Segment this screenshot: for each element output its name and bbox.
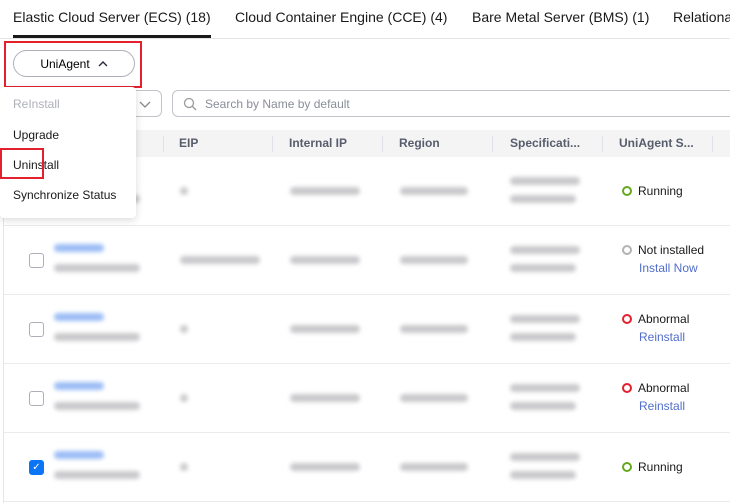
search-input[interactable]: Search by Name by default — [172, 90, 730, 117]
instance-name-link[interactable] — [54, 244, 104, 252]
column-separator — [492, 136, 493, 152]
os-value — [510, 471, 576, 479]
row-checkbox[interactable] — [29, 391, 44, 406]
eip-value — [180, 394, 188, 402]
status-text: Running — [638, 184, 683, 198]
eip-value — [180, 463, 188, 471]
service-tabs: Elastic Cloud Server (ECS) (18) Cloud Co… — [0, 0, 730, 39]
spec-value — [510, 384, 580, 392]
column-region[interactable]: Region — [399, 136, 440, 150]
internal-ip-value — [290, 256, 360, 264]
instance-name-link[interactable] — [54, 451, 104, 459]
region-value — [400, 394, 468, 402]
table-row: ✓ Running — [4, 433, 730, 502]
uniagent-status: Not installed — [622, 243, 704, 257]
row-checkbox[interactable] — [29, 322, 44, 337]
spec-value — [510, 315, 580, 323]
instance-id — [54, 264, 140, 272]
menu-item-synchronize-status[interactable]: Synchronize Status — [13, 188, 116, 202]
os-value — [510, 333, 576, 341]
status-text: Not installed — [638, 243, 705, 257]
status-text: Abnormal — [638, 381, 690, 395]
instance-id — [54, 471, 140, 479]
uniagent-status: Running — [622, 460, 683, 474]
column-separator — [272, 136, 273, 152]
search-placeholder: Search by Name by default — [205, 96, 350, 111]
status-action-link[interactable]: Reinstall — [639, 399, 685, 413]
chevron-up-icon — [98, 61, 108, 67]
status-action-link[interactable]: Reinstall — [639, 330, 685, 344]
row-checkbox[interactable] — [29, 253, 44, 268]
status-dot-icon — [622, 314, 632, 324]
status-dot-icon — [622, 186, 632, 196]
tab-ecs[interactable]: Elastic Cloud Server (ECS) (18) — [13, 9, 211, 38]
table-row: Not installed Install Now — [4, 226, 730, 295]
status-dot-icon — [622, 383, 632, 393]
chevron-down-icon — [139, 101, 151, 108]
internal-ip-value — [290, 187, 360, 195]
column-separator — [712, 136, 713, 152]
status-action-link[interactable]: Install Now — [639, 261, 698, 275]
row-checkbox[interactable]: ✓ — [29, 460, 44, 475]
tab-cce[interactable]: Cloud Container Engine (CCE) (4) — [235, 9, 447, 25]
instance-id — [54, 402, 140, 410]
eip-value — [180, 187, 188, 195]
status-text: Running — [638, 460, 683, 474]
column-separator — [382, 136, 383, 152]
column-internal-ip[interactable]: Internal IP — [289, 136, 347, 150]
eip-value — [180, 256, 260, 264]
spec-value — [510, 453, 580, 461]
column-specification[interactable]: Specificati... — [510, 136, 580, 150]
uniagent-status: Abnormal — [622, 381, 689, 395]
region-value — [400, 256, 468, 264]
spec-value — [510, 246, 580, 254]
os-value — [510, 195, 576, 203]
uniagent-label: UniAgent — [40, 56, 90, 71]
search-icon — [183, 97, 197, 110]
tab-bms[interactable]: Bare Metal Server (BMS) (1) — [472, 9, 649, 25]
menu-item-reinstall: ReInstall — [13, 97, 60, 111]
table-row: Abnormal Reinstall — [4, 364, 730, 433]
table-row: Abnormal Reinstall — [4, 295, 730, 364]
tab-relational[interactable]: Relational — [673, 9, 730, 25]
uniagent-button[interactable]: UniAgent — [13, 50, 135, 77]
uniagent-status: Abnormal — [622, 312, 689, 326]
internal-ip-value — [290, 463, 360, 471]
region-value — [400, 463, 468, 471]
menu-item-upgrade[interactable]: Upgrade — [13, 128, 59, 142]
spec-value — [510, 177, 580, 185]
column-uniagent-status[interactable]: UniAgent S... — [619, 136, 694, 150]
status-dot-icon — [622, 245, 632, 255]
column-separator — [602, 136, 603, 152]
instance-id — [54, 333, 140, 341]
instance-name-link[interactable] — [54, 382, 104, 390]
highlight-box — [0, 148, 44, 179]
os-value — [510, 402, 576, 410]
status-dot-icon — [622, 462, 632, 472]
internal-ip-value — [290, 394, 360, 402]
os-value — [510, 264, 576, 272]
instance-name-link[interactable] — [54, 313, 104, 321]
region-value — [400, 325, 468, 333]
internal-ip-value — [290, 325, 360, 333]
column-eip[interactable]: EIP — [179, 136, 198, 150]
region-value — [400, 187, 468, 195]
status-text: Abnormal — [638, 312, 690, 326]
eip-value — [180, 325, 188, 333]
column-separator — [163, 136, 164, 152]
uniagent-status: Running — [622, 184, 683, 198]
